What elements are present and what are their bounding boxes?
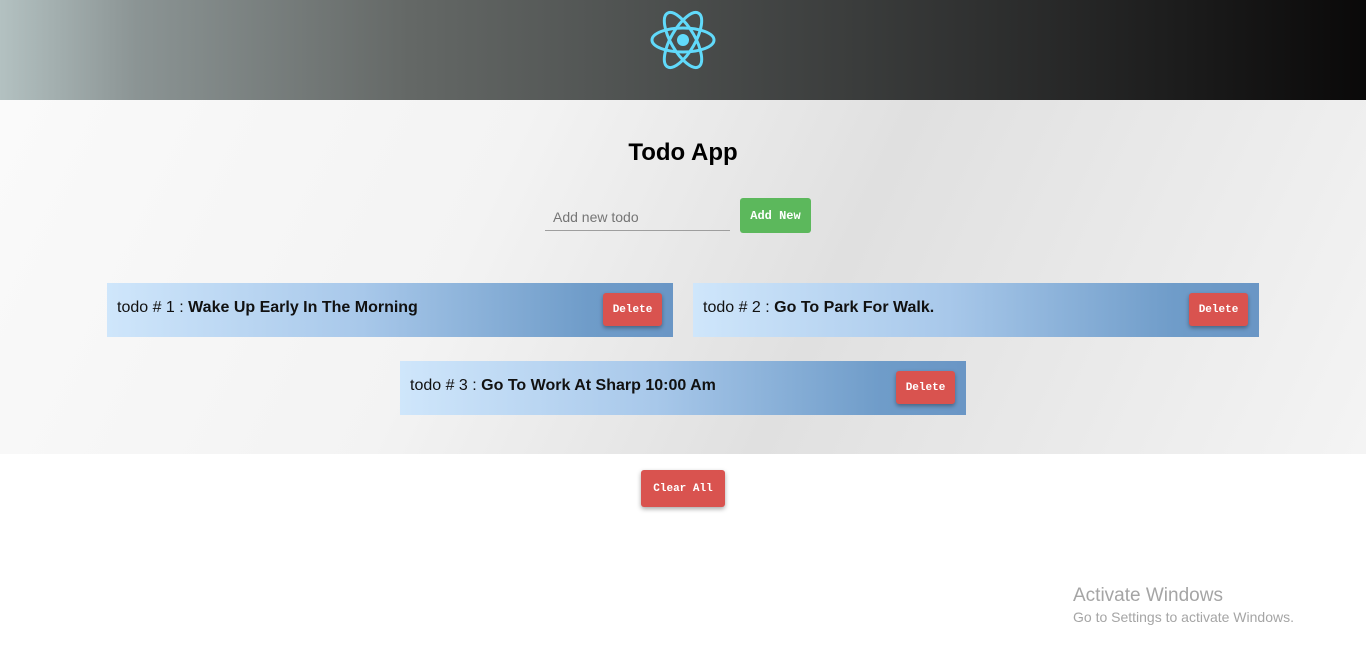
new-todo-input[interactable] xyxy=(545,203,730,231)
windows-activation-watermark: Activate Windows Go to Settings to activ… xyxy=(1073,585,1294,625)
todo-item: todo # 2 : Go To Park For Walk. Delete xyxy=(693,283,1259,337)
todo-item: todo # 3 : Go To Work At Sharp 10:00 Am … xyxy=(400,361,966,415)
todo-task: Wake Up Early In The Morning xyxy=(188,299,418,316)
todo-text: todo # 1 : Wake Up Early In The Morning xyxy=(117,299,418,317)
react-atom-icon xyxy=(650,10,716,70)
todo-text: todo # 2 : Go To Park For Walk. xyxy=(703,299,934,317)
todo-text: todo # 3 : Go To Work At Sharp 10:00 Am xyxy=(410,377,716,395)
delete-button[interactable]: Delete xyxy=(1189,293,1248,326)
todo-number: todo # 2 : xyxy=(703,299,770,316)
watermark-title: Activate Windows xyxy=(1073,585,1223,606)
todo-number: todo # 3 : xyxy=(410,377,477,394)
watermark-subtitle: Go to Settings to activate Windows. xyxy=(1073,609,1294,625)
todo-task: Go To Work At Sharp 10:00 Am xyxy=(481,377,716,394)
clear-all-button[interactable]: Clear All xyxy=(641,470,725,507)
todo-main-panel: Todo App Add New todo # 1 : Wake Up Earl… xyxy=(0,100,1366,454)
delete-button[interactable]: Delete xyxy=(896,371,955,404)
todo-number: todo # 1 : xyxy=(117,299,184,316)
add-new-button[interactable]: Add New xyxy=(740,198,811,233)
app-header xyxy=(0,0,1366,100)
delete-button[interactable]: Delete xyxy=(603,293,662,326)
page-title: Todo App xyxy=(628,139,738,166)
todo-task: Go To Park For Walk. xyxy=(774,299,935,316)
todo-item: todo # 1 : Wake Up Early In The Morning … xyxy=(107,283,673,337)
